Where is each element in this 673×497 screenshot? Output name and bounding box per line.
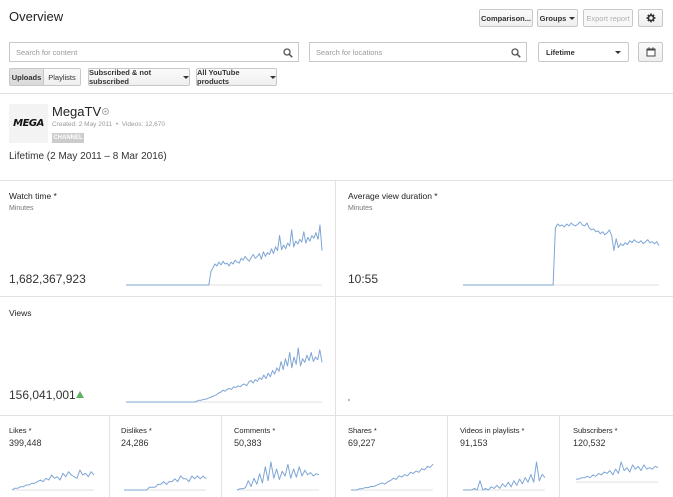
- divider: [0, 415, 673, 416]
- shares-sparkline: [351, 463, 434, 491]
- comparison-label: Comparison...: [480, 13, 531, 23]
- groups-button[interactable]: Groups: [537, 9, 578, 27]
- settings-button[interactable]: [638, 9, 663, 27]
- page-title: Overview: [9, 9, 64, 24]
- date-range-value: Lifetime: [546, 47, 575, 57]
- likes-value: 399,448: [9, 438, 42, 448]
- search-icon[interactable]: [283, 48, 293, 58]
- location-search-placeholder: Search for locations: [316, 47, 383, 57]
- date-range-select[interactable]: Lifetime: [538, 42, 629, 62]
- sparkline-series: [463, 461, 546, 491]
- watch-time-value: 1,682,367,923: [9, 272, 86, 286]
- divider: [335, 180, 336, 415]
- channel-logo-text: MEGA: [13, 118, 44, 129]
- sparkline-series: [124, 475, 207, 491]
- content-search-placeholder: Search for content: [16, 47, 78, 57]
- sparkline-series: [351, 463, 434, 491]
- comments-sparkline: [236, 461, 320, 491]
- export-report-button[interactable]: Export report: [583, 9, 633, 27]
- dislikes-sparkline: [124, 475, 207, 491]
- watch-time-title: Watch time *: [9, 191, 57, 201]
- watch-time-sparkline: [126, 224, 323, 286]
- tab-playlists[interactable]: Playlists: [43, 68, 81, 86]
- content-search-input[interactable]: Search for content: [9, 42, 299, 62]
- up-arrow-icon: [76, 391, 84, 398]
- videos-in-playlists-value: 91,153: [460, 438, 488, 448]
- subscribers-value: 120,532: [573, 438, 606, 448]
- channel-badge: CHANNEL: [52, 133, 84, 143]
- groups-label: Groups: [539, 13, 567, 23]
- channel-logo: MEGA: [9, 104, 48, 143]
- sparkline-series: [126, 224, 323, 286]
- avg-view-duration-value: 10:55: [348, 272, 379, 286]
- avg-view-duration-title: Average view duration *: [348, 191, 438, 201]
- export-label: Export report: [586, 13, 630, 23]
- videos-in-playlists-sparkline: [463, 461, 546, 491]
- tab-playlists-label: Playlists: [48, 72, 76, 82]
- avg-view-duration-unit: Minutes: [348, 205, 373, 212]
- shares-value: 69,227: [348, 438, 376, 448]
- comments-value: 50,383: [234, 438, 262, 448]
- tab-uploads-label: Uploads: [11, 72, 42, 82]
- divider: [0, 296, 673, 297]
- subscribed-filter-button[interactable]: Subscribed & not subscribed: [88, 68, 190, 86]
- subscribed-filter-label: Subscribed & not subscribed: [89, 68, 152, 86]
- videos-in-playlists-title: Videos in playlists *: [460, 426, 525, 435]
- views-sparkline: [126, 347, 323, 403]
- shares-title: Shares *: [348, 426, 377, 435]
- products-filter-label: All YouTube products: [197, 68, 240, 86]
- external-link-icon[interactable]: [102, 108, 109, 115]
- views-value: 156,041,001: [9, 388, 76, 402]
- chevron-down-icon: [270, 75, 276, 79]
- likes-title: Likes *: [9, 426, 32, 435]
- location-search-input[interactable]: Search for locations: [309, 42, 527, 62]
- avg-view-duration-sparkline: [463, 221, 660, 286]
- tab-uploads[interactable]: Uploads: [9, 68, 44, 86]
- channel-meta: Created: 2 May 2011 • Videos: 12,670: [52, 121, 165, 128]
- chevron-down-icon: [615, 50, 621, 54]
- divider: [109, 415, 110, 497]
- divider: [221, 415, 222, 497]
- dislikes-title: Dislikes *: [121, 426, 152, 435]
- comparison-button[interactable]: Comparison...: [479, 9, 533, 27]
- calendar-button[interactable]: [638, 42, 663, 62]
- divider: [447, 415, 448, 497]
- comments-title: Comments *: [234, 426, 276, 435]
- divider: [559, 415, 560, 497]
- divider: [0, 93, 673, 94]
- date-range-summary: Lifetime (2 May 2011 – 8 Mar 2016): [9, 151, 167, 162]
- divider: [0, 180, 673, 181]
- subscribers-title: Subscribers *: [573, 426, 618, 435]
- empty-panel-dot: [348, 399, 350, 401]
- watch-time-unit: Minutes: [9, 205, 34, 212]
- products-filter-button[interactable]: All YouTube products: [196, 68, 277, 86]
- sparkline-series: [126, 347, 323, 403]
- views-title: Views: [9, 308, 32, 318]
- dislikes-value: 24,286: [121, 438, 149, 448]
- divider: [335, 415, 336, 497]
- gear-icon: [646, 13, 655, 23]
- sparkline-series: [576, 461, 659, 480]
- chevron-down-icon: [183, 75, 189, 79]
- calendar-icon: [646, 47, 655, 57]
- sparkline-series: [11, 469, 95, 491]
- likes-sparkline: [11, 469, 95, 491]
- sparkline-series: [463, 221, 660, 286]
- search-icon[interactable]: [511, 48, 521, 58]
- chevron-down-icon: [569, 16, 576, 20]
- sparkline-series: [236, 461, 320, 491]
- channel-name[interactable]: MegaTV: [52, 104, 101, 119]
- subscribers-sparkline: [576, 461, 659, 483]
